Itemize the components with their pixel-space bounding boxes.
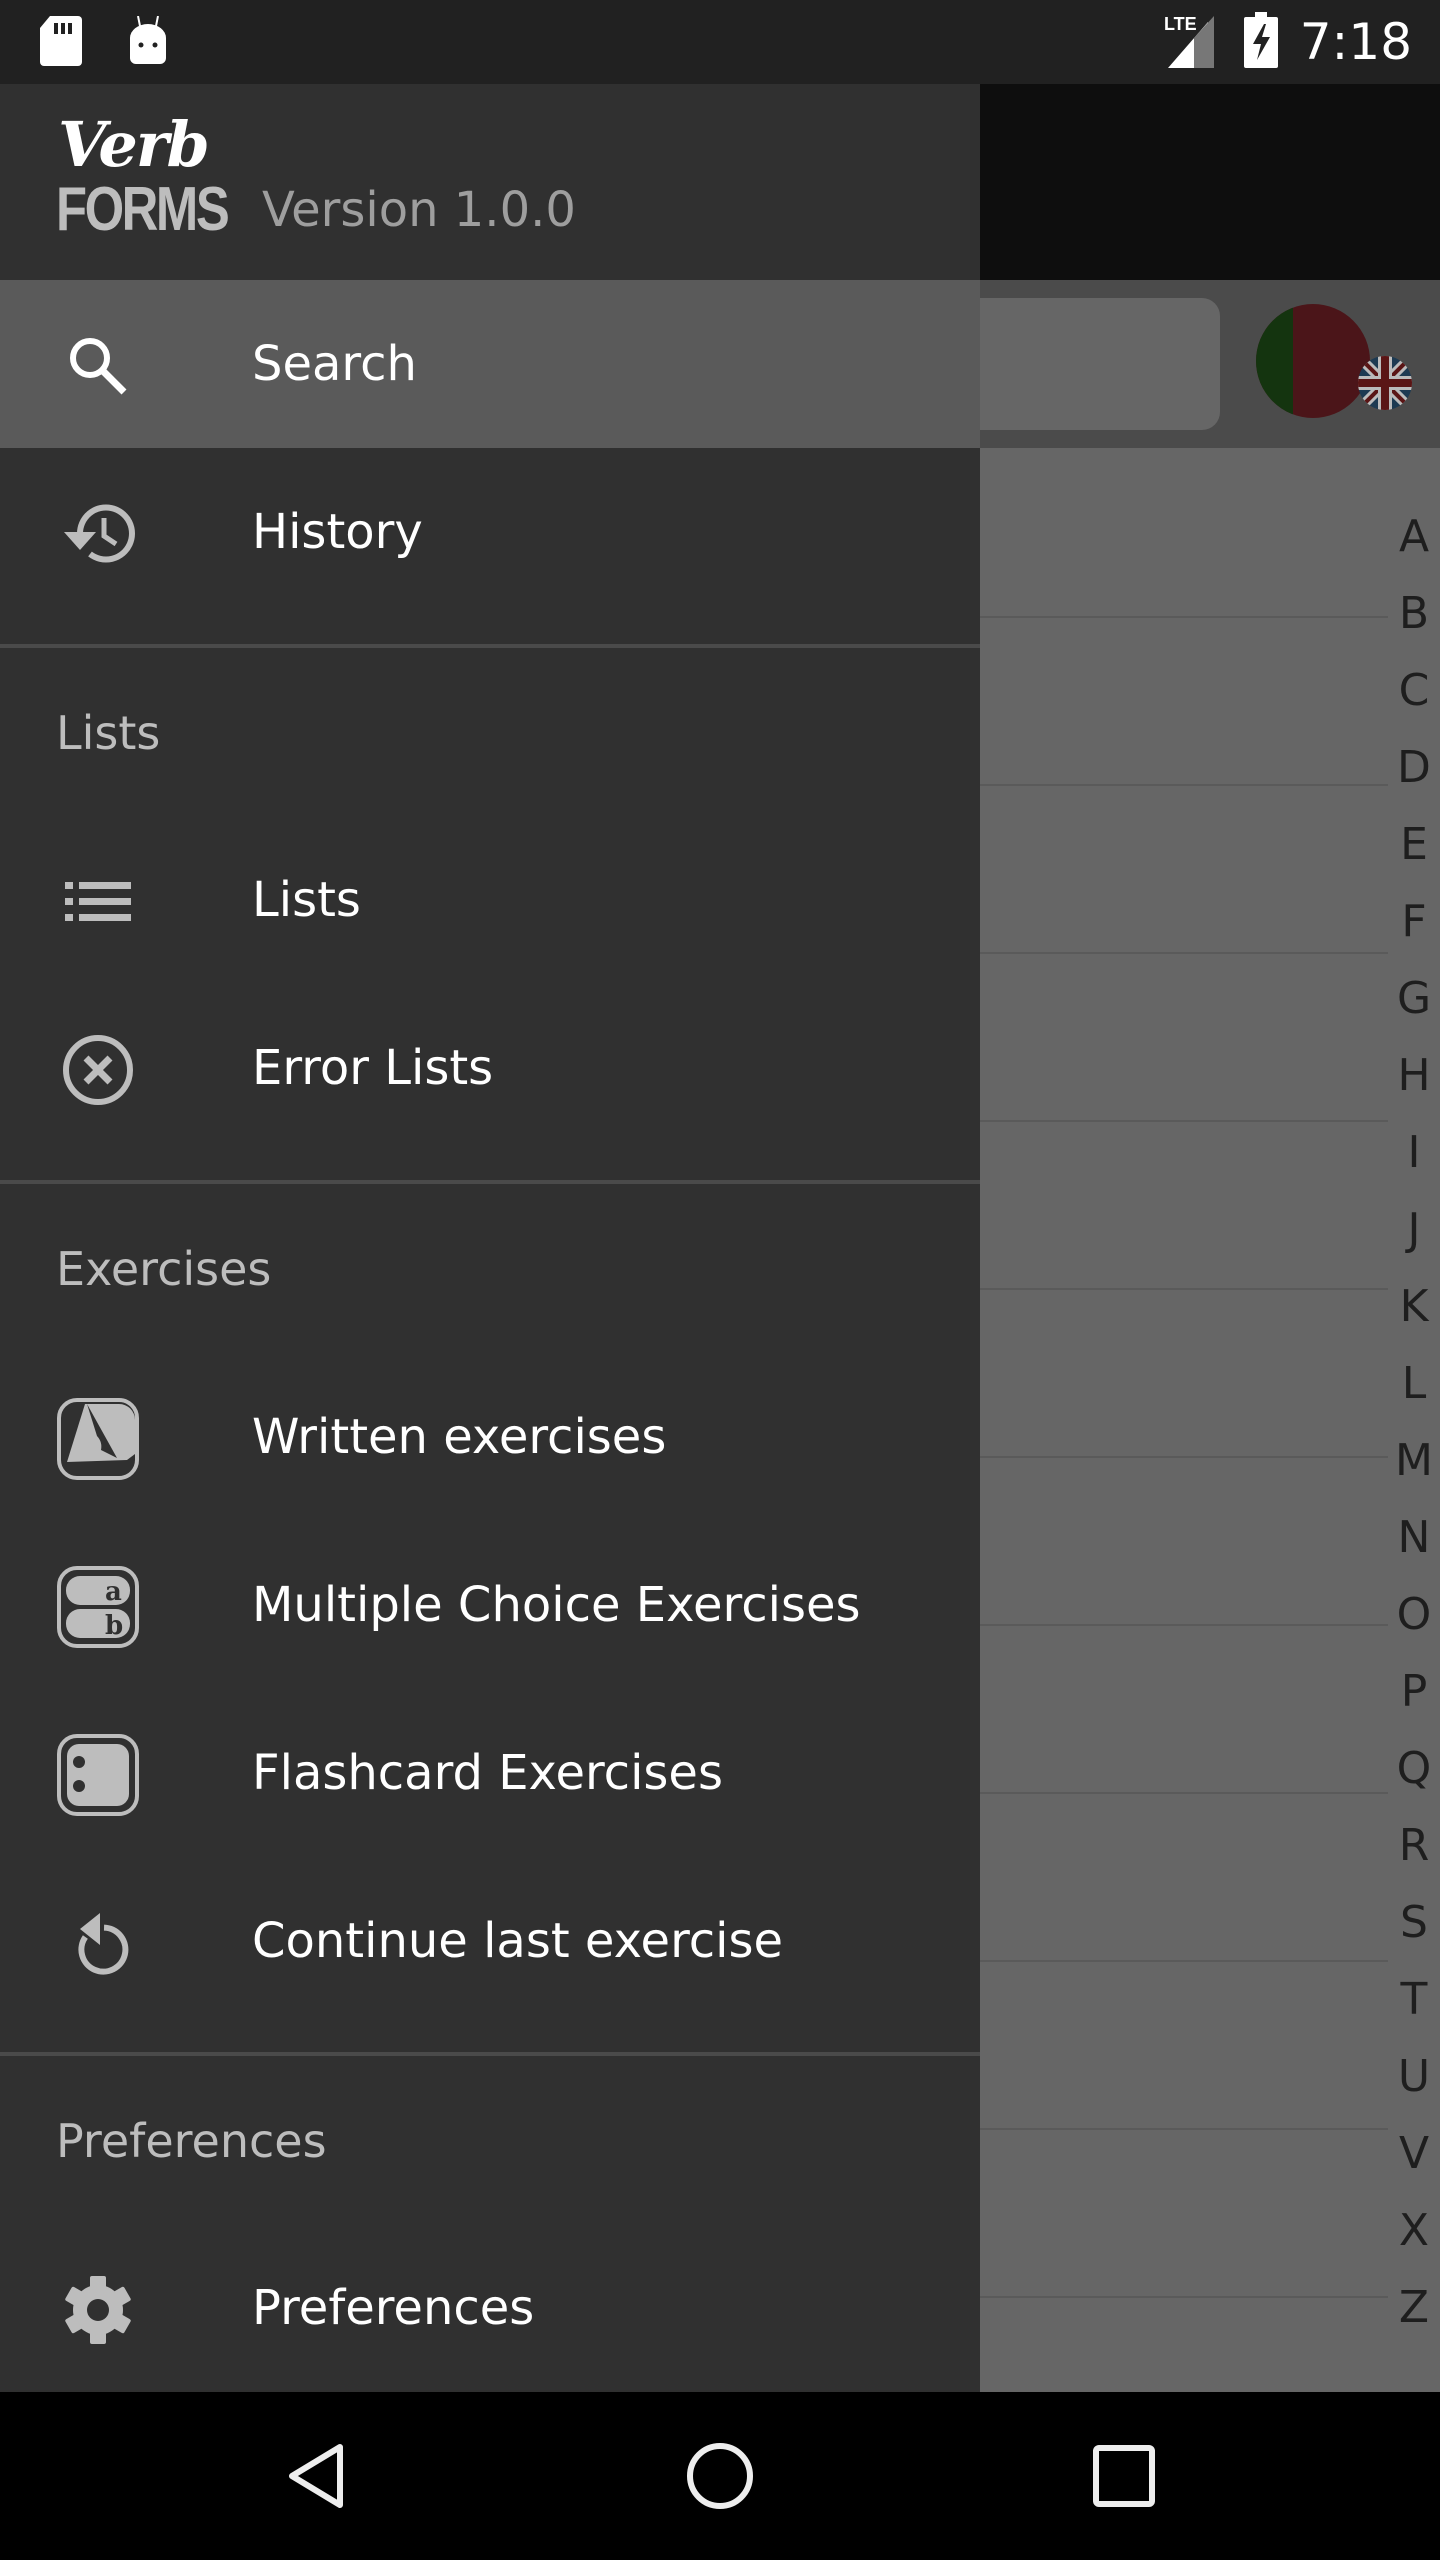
gear-icon	[56, 2268, 140, 2352]
flashcard-icon	[56, 1733, 140, 1817]
list-divider	[980, 1792, 1388, 1794]
drawer-item-label: Multiple Choice Exercises	[252, 1577, 861, 1633]
section-title-preferences: Preferences	[56, 2114, 327, 2168]
battery-charging-icon	[1243, 11, 1278, 73]
alphabet-index-letter[interactable]: L	[1402, 1345, 1427, 1422]
drawer-item-continue-last[interactable]: Continue last exercise	[0, 1857, 980, 2025]
alphabet-index-letter[interactable]: Q	[1397, 1730, 1432, 1807]
list-divider	[980, 784, 1388, 786]
drawer-item-label: Error Lists	[252, 1040, 494, 1096]
drawer-divider	[0, 2052, 980, 2056]
status-bar: LTE 7:18	[0, 0, 1440, 84]
logo-forms: FORMS	[56, 175, 230, 244]
list-divider	[980, 2296, 1388, 2298]
alphabet-index-letter[interactable]: Z	[1399, 2269, 1429, 2346]
alphabet-index[interactable]: ABCDEFGHIJKLMNOPQRSTUVXZ	[1392, 498, 1436, 2346]
alphabet-index-letter[interactable]: V	[1399, 2115, 1429, 2192]
drawer-item-multiple-choice[interactable]: ab Multiple Choice Exercises	[0, 1521, 980, 1689]
replay-icon	[56, 1901, 140, 1985]
alphabet-index-letter[interactable]: B	[1399, 575, 1429, 652]
alphabet-index-letter[interactable]: E	[1400, 806, 1428, 883]
ab-choice-icon: ab	[56, 1565, 140, 1649]
drawer-item-preferences[interactable]: Preferences	[0, 2224, 980, 2392]
section-title-exercises: Exercises	[56, 1242, 272, 1296]
lte-signal-icon: LTE	[1164, 12, 1222, 73]
drawer-item-label: Continue last exercise	[252, 1913, 784, 1969]
list-divider	[980, 1288, 1388, 1290]
navigation-drawer: Verb FORMS Version 1.0.0 Search History …	[0, 84, 980, 2392]
alphabet-index-letter[interactable]: N	[1398, 1499, 1431, 1576]
pencil-card-icon	[56, 1397, 140, 1481]
sd-card-icon	[40, 16, 82, 71]
drawer-divider	[0, 1180, 980, 1184]
alphabet-index-letter[interactable]: M	[1395, 1422, 1433, 1499]
portuguese-flag-icon[interactable]	[1256, 304, 1370, 418]
drawer-divider	[0, 644, 980, 648]
recents-square-icon	[1093, 2445, 1155, 2507]
list-divider	[980, 1120, 1388, 1122]
home-circle-icon	[687, 2443, 753, 2509]
list-divider	[980, 2128, 1388, 2130]
alphabet-index-letter[interactable]: G	[1397, 960, 1431, 1037]
drawer-item-written-exercises[interactable]: Written exercises	[0, 1353, 980, 1521]
app-version: Version 1.0.0	[262, 182, 576, 238]
list-divider	[980, 1456, 1388, 1458]
recents-button[interactable]	[1084, 2436, 1164, 2516]
search-icon	[56, 324, 140, 408]
app-logo: Verb FORMS	[56, 108, 236, 246]
alphabet-index-letter[interactable]: O	[1397, 1576, 1432, 1653]
drawer-item-label: Written exercises	[252, 1409, 667, 1465]
alphabet-index-letter[interactable]: K	[1400, 1268, 1429, 1345]
drawer-item-lists[interactable]: Lists	[0, 816, 980, 984]
home-button[interactable]	[680, 2436, 760, 2516]
history-icon	[56, 492, 140, 576]
drawer-item-label: Search	[252, 336, 417, 392]
cancel-circle-icon	[56, 1028, 140, 1112]
list-icon	[56, 860, 140, 944]
svg-text:LTE: LTE	[1164, 14, 1197, 34]
alphabet-index-letter[interactable]: X	[1399, 2192, 1429, 2269]
alphabet-index-letter[interactable]: P	[1401, 1653, 1428, 1730]
drawer-item-label: Flashcard Exercises	[252, 1745, 723, 1801]
back-triangle-icon	[289, 2444, 343, 2508]
section-title-lists: Lists	[56, 706, 161, 760]
clock: 7:18	[1299, 13, 1412, 71]
logo-verb: Verb	[58, 108, 210, 181]
list-divider	[980, 616, 1388, 618]
list-divider	[980, 1624, 1388, 1626]
alphabet-index-letter[interactable]: C	[1399, 652, 1430, 729]
svg-text:b: b	[105, 1611, 123, 1641]
alphabet-index-letter[interactable]: J	[1408, 1191, 1421, 1268]
svg-text:a: a	[105, 1577, 122, 1607]
list-divider	[980, 952, 1388, 954]
drawer-item-label: History	[252, 504, 423, 560]
alphabet-index-letter[interactable]: T	[1401, 1961, 1428, 2038]
uk-flag-icon[interactable]	[1358, 356, 1412, 410]
alphabet-index-letter[interactable]: S	[1400, 1884, 1428, 1961]
alphabet-index-letter[interactable]: R	[1399, 1807, 1430, 1884]
drawer-item-error-lists[interactable]: Error Lists	[0, 984, 980, 1152]
drawer-header: Verb FORMS Version 1.0.0	[0, 84, 980, 280]
system-navigation-bar	[0, 2392, 1440, 2560]
back-button[interactable]	[276, 2436, 356, 2516]
drawer-item-flashcard[interactable]: Flashcard Exercises	[0, 1689, 980, 1857]
alphabet-index-letter[interactable]: I	[1408, 1114, 1421, 1191]
drawer-item-label: Lists	[252, 872, 361, 928]
alphabet-index-letter[interactable]: F	[1401, 883, 1426, 960]
alphabet-index-letter[interactable]: D	[1397, 729, 1431, 806]
drawer-item-history[interactable]: History	[0, 448, 980, 616]
drawer-item-label: Preferences	[252, 2280, 535, 2336]
drawer-item-search[interactable]: Search	[0, 280, 980, 448]
alphabet-index-letter[interactable]: A	[1399, 498, 1429, 575]
alphabet-index-letter[interactable]: H	[1397, 1037, 1430, 1114]
list-divider	[980, 1960, 1388, 1962]
android-debug-icon	[126, 15, 170, 71]
alphabet-index-letter[interactable]: U	[1398, 2038, 1430, 2115]
